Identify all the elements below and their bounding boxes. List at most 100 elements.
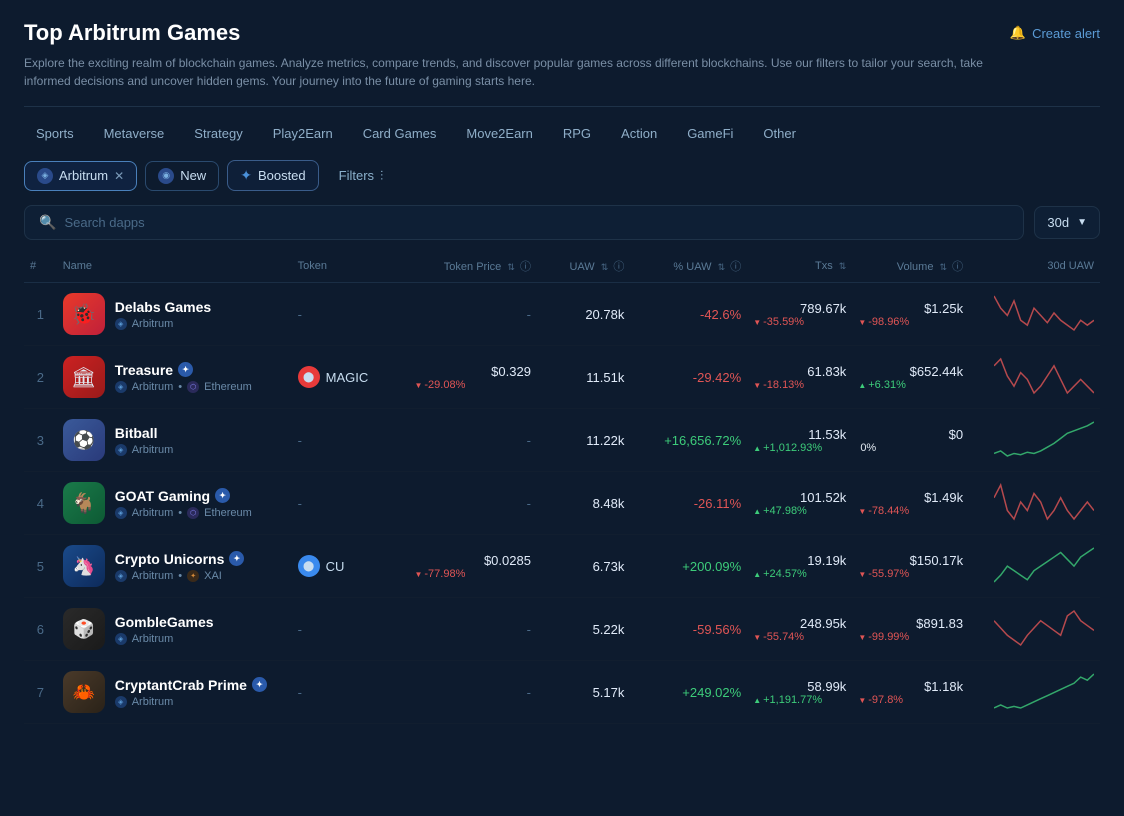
token-symbol: MAGIC [326,370,369,385]
filter-chain-close[interactable]: ✕ [114,169,124,183]
chain-tags: ◈Arbitrum [115,696,267,708]
filters-button[interactable]: Filters ⫶ [327,162,396,190]
token-price-dash: - [527,433,531,448]
sparkline-chart [994,609,1094,647]
chain-icon-xai: ✦ [187,570,199,582]
category-tab-strategy[interactable]: Strategy [182,121,254,146]
chain-label: Arbitrum [132,507,174,519]
vol-arrow [858,694,866,706]
pct-uaw-info-icon[interactable]: ⓘ [730,261,741,273]
filter-chip-arbitrum[interactable]: ◈ Arbitrum ✕ [24,161,137,191]
sort-icon-pct: ⇅ [718,262,726,272]
volume-value: $0 [858,427,963,442]
txs-cell: 248.95k -55.74% [747,598,852,661]
category-tab-rpg[interactable]: RPG [551,121,603,146]
uaw-cell: 11.51k [537,346,630,409]
category-tab-play2earn[interactable]: Play2Earn [261,121,345,146]
txs-cell: 789.67k -35.59% [747,283,852,346]
rank-cell: 1 [24,283,57,346]
table-row[interactable]: 7 🦀 CryptantCrab Prime✦ ◈Arbitrum - [24,661,1100,724]
rank-cell: 5 [24,535,57,598]
filter-chain-label: Arbitrum [59,168,108,183]
table-wrapper: # Name Token Token Price ⇅ ⓘ UAW ⇅ ⓘ % U… [24,250,1100,724]
txs-value: 248.95k [753,616,846,631]
volume-change: -98.96% [858,316,963,328]
table-row[interactable]: 6 🎲 GombleGames ◈Arbitrum - [24,598,1100,661]
token-price-cell: - [408,409,536,472]
table-row[interactable]: 3 ⚽ Bitball ◈Arbitrum - - [24,409,1100,472]
sort-icon-vol: ⇅ [940,262,948,272]
txs-change: -18.13% [753,379,846,391]
col-volume: Volume ⇅ ⓘ [852,250,969,283]
chain-label: Ethereum [204,381,252,393]
category-tab-move2earn[interactable]: Move2Earn [454,121,544,146]
new-icon: ◉ [158,168,174,184]
filter-chip-new[interactable]: ◉ New [145,161,219,191]
chain-icon-arbitrum: ◈ [115,381,127,393]
chain-icon-ethereum: ⬡ [187,507,199,519]
token-price-cell: - [408,598,536,661]
period-select[interactable]: 30d ▼ [1034,206,1100,239]
sparkline-chart [994,483,1094,521]
game-logo: 🐞 [63,293,105,335]
vol-arrow [858,316,866,328]
sparkline-cell [969,535,1100,598]
sparkline-cell [969,472,1100,535]
txs-cell: 101.52k +47.98% [747,472,852,535]
category-tab-other[interactable]: Other [751,121,808,146]
verified-badge: ✦ [229,551,244,566]
rank-cell: 2 [24,346,57,409]
game-logo: 🏛 [63,356,105,398]
filter-chip-boosted[interactable]: ✦ Boosted [227,160,318,191]
col-token-price: Token Price ⇅ ⓘ [408,250,536,283]
txs-arrow [753,316,761,328]
search-period-row: 🔍 30d ▼ [24,205,1100,240]
category-tab-card_games[interactable]: Card Games [351,121,449,146]
search-input[interactable] [64,215,1009,230]
volume-change: -78.44% [858,505,963,517]
chain-tags: ◈Arbitrum [115,633,214,645]
col-token: Token [292,250,409,283]
chain-label: XAI [204,570,222,582]
table-row[interactable]: 4 🐐 GOAT Gaming✦ ◈Arbitrum•⬡Ethereum - [24,472,1100,535]
volume-change: -97.8% [858,694,963,706]
volume-change: -99.99% [858,631,963,643]
token-symbol: CU [326,559,345,574]
category-tab-action[interactable]: Action [609,121,669,146]
arbitrum-icon: ◈ [37,168,53,184]
table-row[interactable]: 2 🏛 Treasure✦ ◈Arbitrum•⬡Ethereum ⬤ [24,346,1100,409]
game-logo: ⚽ [63,419,105,461]
price-arrow [414,568,422,580]
category-tab-sports[interactable]: Sports [24,121,86,146]
uaw-value: 20.78k [585,307,624,322]
uaw-cell: 8.48k [537,472,630,535]
token-price-cell: $0.329 -29.08% [408,346,536,409]
chain-tags: ◈Arbitrum•✦XAI [115,570,245,582]
game-name: Treasure✦ [115,362,252,378]
table-row[interactable]: 1 🐞 Delabs Games ◈Arbitrum - [24,283,1100,346]
table-row[interactable]: 5 🦄 Crypto Unicorns✦ ◈Arbitrum•✦XAI ⬤ [24,535,1100,598]
txs-value: 11.53k [753,427,846,442]
txs-change: -55.74% [753,631,846,643]
token-price-info-icon[interactable]: ⓘ [520,261,531,273]
chain-label: Arbitrum [132,318,174,330]
token-cell: - [292,283,409,346]
table-header-row: # Name Token Token Price ⇅ ⓘ UAW ⇅ ⓘ % U… [24,250,1100,283]
games-table: # Name Token Token Price ⇅ ⓘ UAW ⇅ ⓘ % U… [24,250,1100,724]
uaw-info-icon[interactable]: ⓘ [613,261,624,273]
category-tab-gamefi[interactable]: GameFi [675,121,745,146]
volume-cell: $150.17k -55.97% [852,535,969,598]
create-alert-button[interactable]: 🔔 Create alert [1010,25,1100,41]
token-dash: - [298,496,302,511]
txs-arrow [753,694,761,706]
game-name-cell: 🐐 GOAT Gaming✦ ◈Arbitrum•⬡Ethereum [57,472,292,535]
col-txs: Txs ⇅ [747,250,852,283]
vol-info-icon[interactable]: ⓘ [952,261,963,273]
game-name: Bitball [115,425,174,441]
category-tab-metaverse[interactable]: Metaverse [92,121,177,146]
txs-cell: 11.53k +1,012.93% [747,409,852,472]
col-pct-uaw: % UAW ⇅ ⓘ [630,250,747,283]
txs-change: +1,191.77% [753,694,846,706]
filter-lines-icon: ⫶ [380,168,383,184]
token-cell: ⬤ CU [292,535,409,598]
